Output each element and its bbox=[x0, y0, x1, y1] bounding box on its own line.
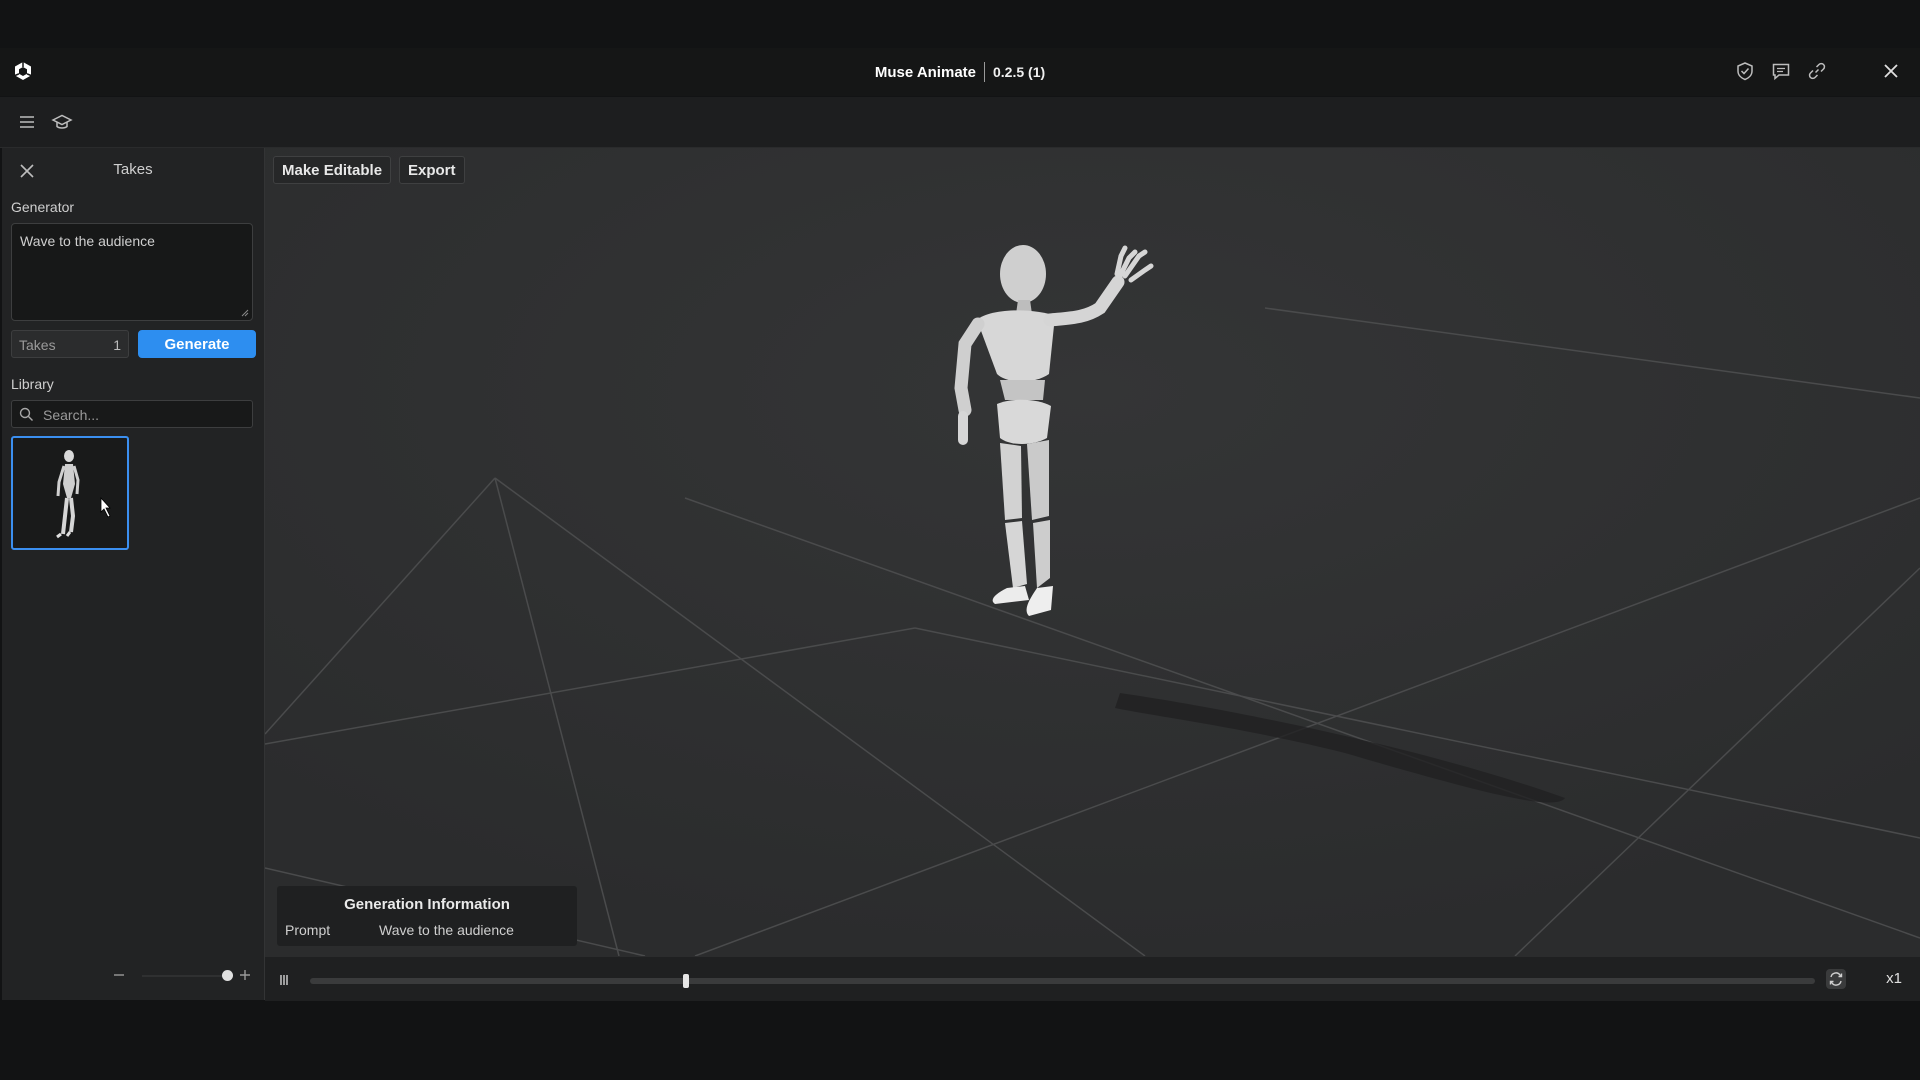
prompt-text: Wave to the audience bbox=[20, 233, 155, 249]
zoom-slider-handle[interactable] bbox=[222, 970, 233, 981]
generate-button[interactable]: Generate bbox=[138, 330, 256, 358]
hamburger-menu-icon[interactable] bbox=[16, 111, 38, 133]
muse-animate-app: Muse Animate 0.2.5 (1) Takes Generator W… bbox=[0, 0, 1920, 1080]
prompt-key-label: Prompt bbox=[285, 922, 331, 938]
shield-check-icon[interactable] bbox=[1734, 60, 1756, 82]
takes-count-field[interactable]: Takes 1 bbox=[11, 330, 129, 358]
app-title: Muse Animate bbox=[874, 63, 976, 81]
takes-field-label: Takes bbox=[19, 337, 56, 353]
panel-header: Takes bbox=[2, 148, 264, 192]
timeline-scrubber[interactable] bbox=[310, 974, 1815, 988]
make-editable-button[interactable]: Make Editable bbox=[273, 156, 392, 184]
thumbnail-zoom-control bbox=[112, 964, 262, 988]
export-button[interactable]: Export bbox=[399, 156, 465, 184]
link-icon[interactable] bbox=[1806, 60, 1828, 82]
version-label: 0.2.5 (1) bbox=[993, 64, 1046, 80]
panel-title: Takes bbox=[113, 161, 153, 178]
takes-panel: Takes Generator Wave to the audience Tak… bbox=[2, 148, 265, 1000]
title-divider bbox=[984, 62, 985, 82]
playhead-handle[interactable] bbox=[683, 974, 690, 988]
close-icon[interactable] bbox=[1880, 60, 1902, 82]
zoom-slider-track[interactable] bbox=[142, 975, 230, 977]
chat-icon[interactable] bbox=[1770, 60, 1792, 82]
search-placeholder: Search... bbox=[43, 407, 100, 423]
generator-label: Generator bbox=[11, 199, 75, 215]
secondary-toolbar bbox=[0, 97, 1920, 148]
search-icon bbox=[19, 407, 33, 421]
playback-timeline: x1 bbox=[265, 956, 1920, 1001]
character-thumbnail-icon bbox=[56, 450, 111, 539]
resize-handle-icon[interactable] bbox=[239, 307, 249, 317]
playback-speed-label[interactable]: x1 bbox=[1886, 970, 1902, 987]
3d-viewport[interactable]: Make Editable Export Generation Informat… bbox=[265, 148, 1920, 956]
zoom-in-icon[interactable] bbox=[238, 968, 252, 982]
window-actions bbox=[1734, 60, 1902, 82]
library-take-thumbnail[interactable] bbox=[11, 436, 129, 550]
library-label: Library bbox=[11, 376, 54, 392]
scene-canvas bbox=[265, 148, 1920, 956]
title-group: Muse Animate 0.2.5 (1) bbox=[0, 48, 1920, 96]
library-search-input[interactable]: Search... bbox=[11, 400, 253, 428]
generation-info-panel: Generation Information Prompt Wave to th… bbox=[277, 886, 577, 946]
generation-info-title: Generation Information bbox=[344, 896, 510, 913]
prompt-textarea[interactable]: Wave to the audience bbox=[11, 223, 253, 321]
zoom-out-icon[interactable] bbox=[112, 968, 126, 982]
graduation-cap-icon[interactable] bbox=[51, 111, 73, 133]
prompt-value-label: Wave to the audience bbox=[379, 922, 514, 938]
pause-icon[interactable] bbox=[277, 972, 293, 988]
takes-field-value: 1 bbox=[113, 337, 121, 353]
title-bar: Muse Animate 0.2.5 (1) bbox=[0, 48, 1920, 96]
loop-icon[interactable] bbox=[1825, 968, 1847, 990]
